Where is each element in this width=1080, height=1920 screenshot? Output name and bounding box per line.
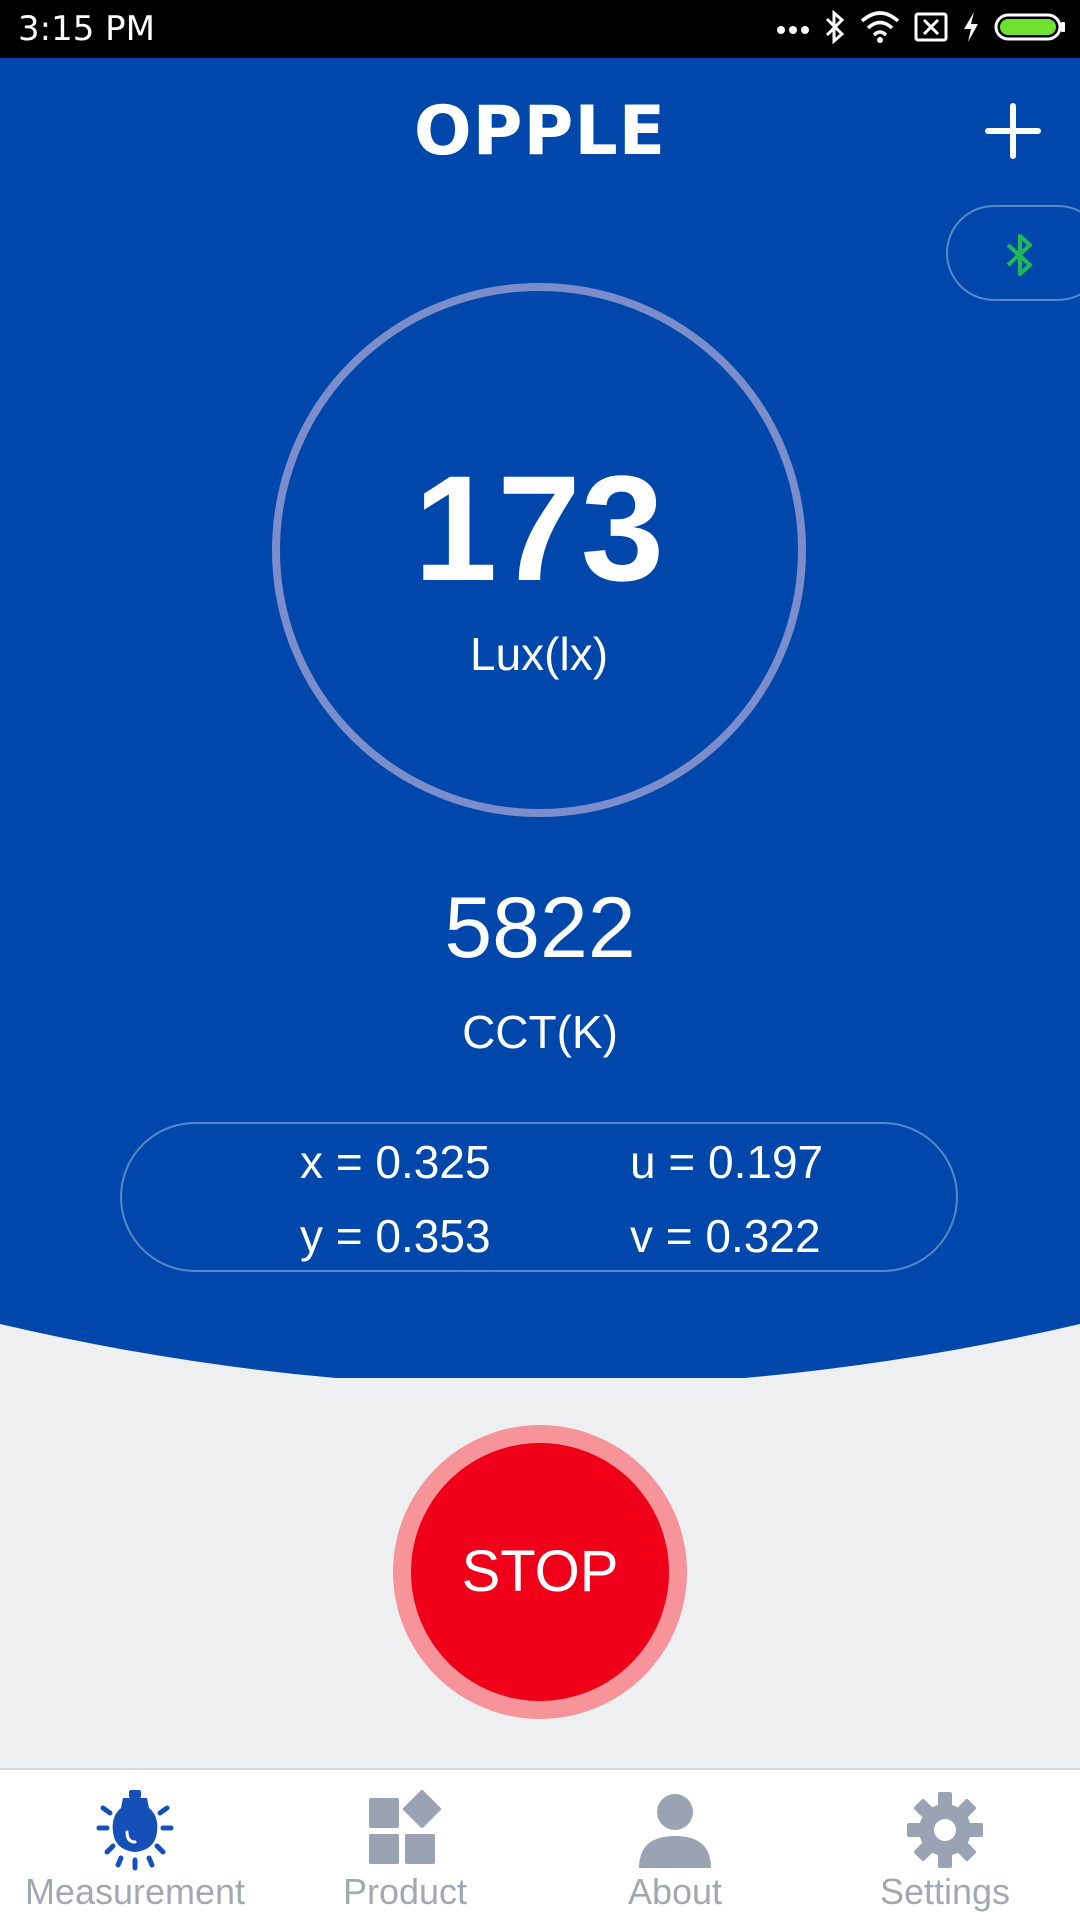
stop-button[interactable]: STOP bbox=[393, 1425, 687, 1719]
cct-value: 5822 bbox=[444, 880, 636, 976]
stop-button-core: STOP bbox=[411, 1443, 669, 1701]
lux-value: 173 bbox=[413, 444, 665, 612]
nav-item-measurement[interactable]: Measurement bbox=[0, 1770, 270, 1920]
person-icon bbox=[639, 1794, 711, 1868]
wifi-icon bbox=[860, 11, 900, 47]
bottom-navigation: Measurement Product About Settings bbox=[0, 1768, 1080, 1920]
bluetooth-icon bbox=[824, 9, 846, 48]
chromaticity-v: v = 0.322 bbox=[630, 1210, 821, 1262]
chromaticity-x: x = 0.325 bbox=[300, 1136, 491, 1188]
bluetooth-connect-button[interactable] bbox=[946, 205, 1080, 301]
cct-unit: CCT(K) bbox=[462, 1006, 618, 1058]
add-button[interactable] bbox=[982, 100, 1044, 162]
lightbulb-icon bbox=[96, 1790, 174, 1871]
status-bar: 3:15 PM bbox=[0, 0, 1080, 58]
status-time: 3:15 PM bbox=[18, 9, 155, 49]
grid-icon bbox=[369, 1790, 441, 1864]
nav-label-settings: Settings bbox=[879, 1871, 1011, 1912]
stop-button-label: STOP bbox=[461, 1539, 619, 1604]
more-dots-icon bbox=[776, 20, 810, 39]
chromaticity-y: y = 0.353 bbox=[300, 1210, 491, 1262]
charging-bolt-icon bbox=[962, 11, 980, 47]
chromaticity-u: u = 0.197 bbox=[630, 1136, 824, 1188]
plus-icon bbox=[985, 103, 1041, 159]
no-sim-icon bbox=[914, 12, 948, 46]
opple-logo: OPPLE bbox=[413, 92, 667, 171]
lux-unit: Lux(lx) bbox=[469, 628, 609, 680]
gear-icon bbox=[907, 1792, 983, 1868]
measurement-screen: 3:15 PM OPPLE 173 Lux(lx) 5822 CCT(K) x … bbox=[0, 0, 1080, 1920]
battery-icon bbox=[994, 12, 1066, 46]
nav-label-measurement: Measurement bbox=[24, 1871, 246, 1912]
status-icons bbox=[762, 9, 1066, 48]
nav-item-about[interactable]: About bbox=[540, 1770, 810, 1920]
chromaticity-panel: x = 0.325 u = 0.197 y = 0.353 v = 0.322 bbox=[120, 1122, 958, 1272]
bluetooth-icon bbox=[1006, 234, 1032, 276]
nav-item-settings[interactable]: Settings bbox=[810, 1770, 1080, 1920]
nav-label-product: Product bbox=[342, 1871, 468, 1912]
nav-item-product[interactable]: Product bbox=[270, 1770, 540, 1920]
nav-label-about: About bbox=[627, 1871, 723, 1912]
